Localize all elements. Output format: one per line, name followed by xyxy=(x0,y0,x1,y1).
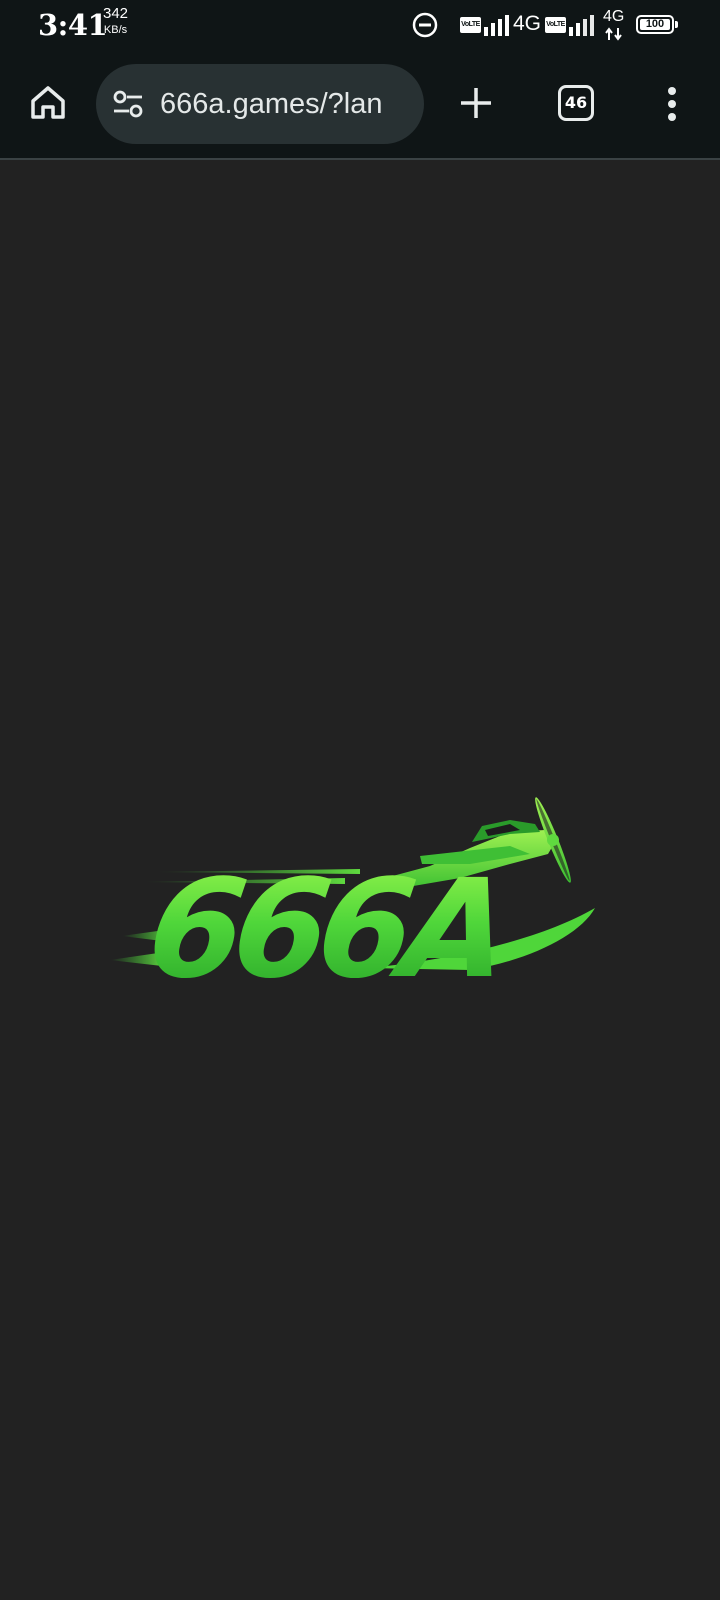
status-time: 3:41 xyxy=(38,8,108,42)
battery-level: 100 xyxy=(640,19,670,30)
sim1-network-type: 4G xyxy=(513,12,542,35)
menu-icon[interactable] xyxy=(660,84,684,124)
sim2-volte-badge: VoLTE xyxy=(545,17,566,33)
site-settings-icon[interactable] xyxy=(112,90,144,118)
address-bar[interactable]: 666a.games/?lan xyxy=(96,64,424,144)
logo-text: 666A xyxy=(138,851,511,1009)
sim1-volte-badge: VoLTE xyxy=(460,17,481,33)
sim2-network-type: 4G xyxy=(603,8,625,25)
network-speed-unit: KB/s xyxy=(103,24,128,36)
home-icon[interactable] xyxy=(28,82,68,122)
url-text[interactable]: 666a.games/?lan xyxy=(160,86,414,122)
tab-count: 46 xyxy=(564,93,588,112)
network-speed: 342 KB/s xyxy=(103,6,128,36)
status-bar: 3:41 342 KB/s VoLTE 4G VoLTE 4G 100 xyxy=(0,0,720,50)
site-logo: 666A xyxy=(110,790,620,1170)
dnd-icon xyxy=(412,12,438,38)
signal-icon xyxy=(569,15,594,36)
browser-toolbar: 666a.games/?lan 46 xyxy=(0,50,720,160)
tab-switcher-icon[interactable]: 46 xyxy=(558,85,594,121)
page-content: 666A xyxy=(0,160,720,1600)
data-arrows-icon xyxy=(605,27,622,41)
battery-tip xyxy=(675,21,678,28)
signal-icon xyxy=(484,15,509,36)
status-icons: VoLTE 4G VoLTE 4G 100 xyxy=(400,0,720,50)
new-tab-icon[interactable] xyxy=(458,85,494,121)
battery-icon: 100 xyxy=(636,15,674,34)
network-speed-value: 342 xyxy=(103,5,129,22)
